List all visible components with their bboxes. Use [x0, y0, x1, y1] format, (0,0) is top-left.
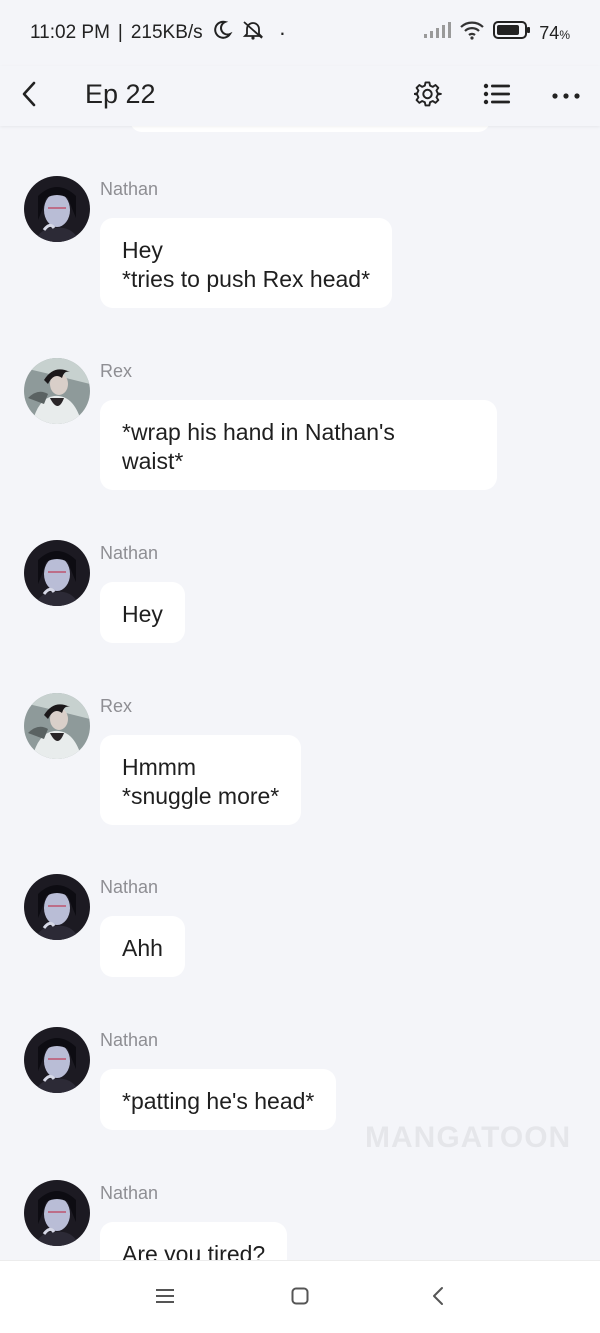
app-header: Ep 22 [0, 66, 600, 126]
status-bar: 11:02 PM | 215KB/s · 74% [0, 0, 600, 66]
screen: 11:02 PM | 215KB/s · 74% Ep 22 Nathan He… [0, 0, 600, 1333]
message-bubble[interactable]: Hey [100, 582, 185, 643]
settings-button[interactable] [408, 76, 448, 116]
recents-button[interactable] [150, 1283, 180, 1313]
message-bubble[interactable]: Hey *tries to push Rex head* [100, 218, 393, 308]
message-bubble[interactable]: Hmmm *snuggle more* [100, 735, 302, 825]
system-nav-bar [0, 1260, 600, 1333]
battery-percent: 74% [539, 23, 570, 44]
status-dot: · [278, 20, 287, 45]
back-icon [432, 1286, 444, 1311]
status-time: 11:02 PM [30, 22, 110, 43]
chat-list[interactable]: Nathan Hey *tries to push Rex head* Rex … [0, 126, 600, 1260]
message-bubble[interactable]: Are you tired? [100, 1222, 288, 1260]
avatar-nathan[interactable] [24, 1027, 90, 1093]
avatar-rex[interactable] [24, 358, 90, 424]
battery-icon [493, 20, 531, 46]
menu-icon [155, 1288, 175, 1309]
network-speed: 215KB/s [130, 22, 203, 43]
wifi-icon [459, 20, 485, 46]
back-icon [21, 81, 37, 112]
sender-name: Nathan [100, 543, 159, 563]
status-left: 11:02 PM | 215KB/s · [30, 19, 286, 47]
mute-icon [241, 19, 265, 47]
battery-percent-value: 74 [539, 22, 560, 43]
moon-icon [211, 19, 233, 47]
more-button[interactable] [546, 76, 586, 116]
sender-name: Rex [100, 696, 133, 716]
sender-name: Rex [100, 361, 133, 381]
avatar-nathan[interactable] [24, 540, 90, 606]
signal-icon [423, 21, 452, 45]
sender-name: Nathan [100, 877, 159, 897]
avatar-nathan[interactable] [24, 874, 90, 940]
avatar-nathan[interactable] [24, 176, 90, 242]
status-right: 74% [423, 20, 570, 46]
home-icon [291, 1287, 309, 1310]
battery-percent-unit: % [559, 27, 570, 42]
status-separator: | [117, 22, 123, 43]
sender-name: Nathan [100, 179, 159, 199]
list-icon [483, 82, 511, 111]
previous-message-bubble [130, 126, 490, 132]
message-bubble[interactable]: *patting he's head* [100, 1069, 337, 1130]
page-title: Ep 22 [85, 79, 156, 109]
gear-icon [413, 80, 442, 113]
message-bubble[interactable]: *wrap his hand in Nathan's waist* [100, 400, 497, 490]
sender-name: Nathan [100, 1030, 159, 1050]
watermark: MANGATOON [365, 1121, 572, 1154]
chapter-list-button[interactable] [477, 76, 517, 116]
avatar-nathan[interactable] [24, 1180, 90, 1246]
more-icon [552, 87, 580, 105]
message-bubble[interactable]: Ahh [100, 916, 185, 977]
sender-name: Nathan [100, 1183, 159, 1203]
avatar-rex[interactable] [24, 693, 90, 759]
home-button[interactable] [285, 1283, 315, 1313]
back-button[interactable] [14, 76, 44, 116]
nav-back-button[interactable] [423, 1283, 453, 1313]
